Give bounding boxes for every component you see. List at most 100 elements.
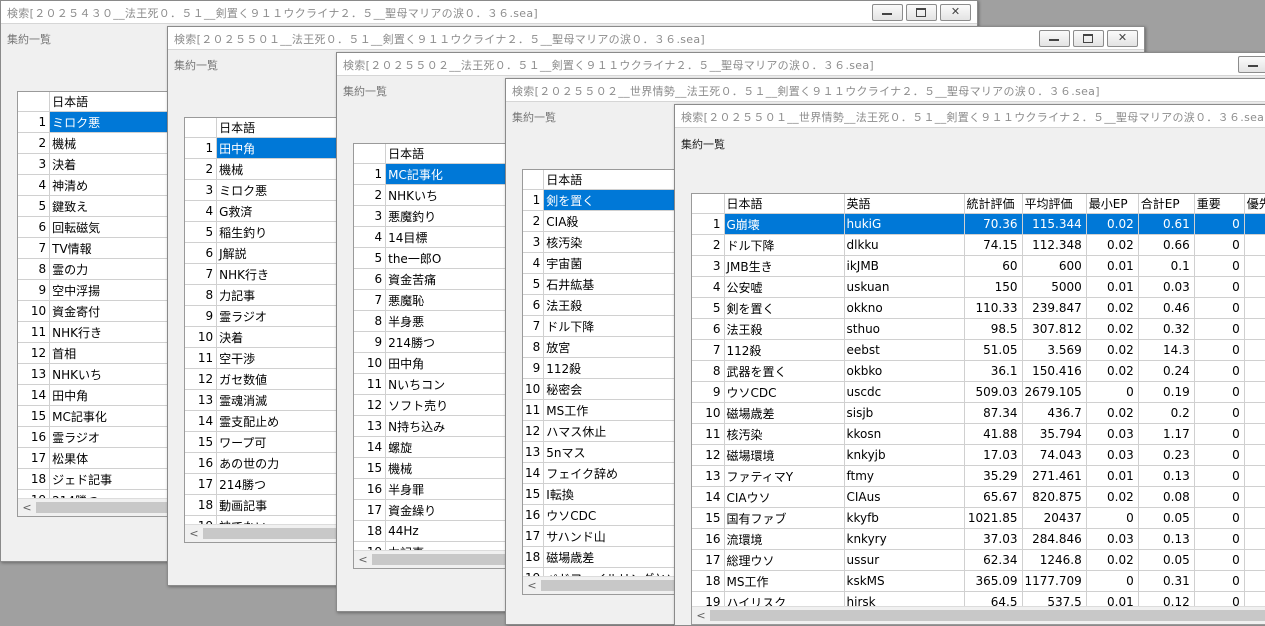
cell-important[interactable]: 0 bbox=[1194, 276, 1245, 298]
cell-total-ep[interactable]: 0.32 bbox=[1138, 318, 1195, 340]
cell-japanese[interactable]: 核汚染 bbox=[543, 231, 683, 253]
scroll-thumb[interactable] bbox=[372, 554, 512, 565]
cell-english[interactable]: hukiG bbox=[844, 213, 965, 235]
cell-min-ep[interactable]: 0.01 bbox=[1086, 465, 1139, 487]
cell-avg-eval[interactable]: 20437 bbox=[1022, 507, 1087, 529]
table-row[interactable]: 11 NHK行き bbox=[18, 321, 178, 343]
cell-japanese[interactable]: 田中角 bbox=[216, 137, 345, 159]
cell-stat-eval[interactable]: 36.1 bbox=[964, 360, 1023, 382]
cell-english[interactable]: eebst bbox=[844, 339, 965, 361]
row-number[interactable]: 2 bbox=[354, 184, 387, 206]
cell-japanese[interactable]: 武器を置く bbox=[724, 360, 845, 382]
cell-total-ep[interactable]: 0.46 bbox=[1138, 297, 1195, 319]
table-row[interactable]: 7 悪魔恥 bbox=[354, 289, 514, 311]
table-row[interactable]: 3 決着 bbox=[18, 153, 178, 175]
cell-japanese[interactable]: 神清め bbox=[49, 174, 178, 196]
row-number[interactable]: 7 bbox=[18, 237, 51, 259]
table-row[interactable]: 15 I転換 bbox=[523, 483, 683, 505]
cell-priority[interactable] bbox=[1244, 423, 1265, 445]
cell-avg-eval[interactable]: 1246.8 bbox=[1022, 549, 1087, 571]
scroll-left-arrow-icon[interactable]: < bbox=[525, 577, 539, 594]
table-row[interactable]: 16 流環境 knkyry 37.03 284.846 0.03 0.13 0 bbox=[692, 528, 1265, 550]
cell-japanese[interactable]: 214勝つ bbox=[216, 473, 345, 495]
cell-stat-eval[interactable]: 37.03 bbox=[964, 528, 1023, 550]
cell-japanese[interactable]: MC記事化 bbox=[49, 405, 178, 427]
cell-priority[interactable] bbox=[1244, 486, 1265, 508]
row-number[interactable]: 14 bbox=[354, 436, 387, 458]
cell-priority[interactable] bbox=[1244, 570, 1265, 592]
cell-important[interactable]: 0 bbox=[1194, 339, 1245, 361]
cell-avg-eval[interactable]: 35.794 bbox=[1022, 423, 1087, 445]
row-number[interactable]: 1 bbox=[185, 137, 218, 159]
row-number[interactable]: 2 bbox=[18, 132, 51, 154]
table-row[interactable]: 1 G崩壊 hukiG 70.36 115.344 0.02 0.61 0 bbox=[692, 213, 1265, 235]
cell-japanese[interactable]: J解説 bbox=[216, 242, 345, 264]
cell-min-ep[interactable]: 0.03 bbox=[1086, 528, 1139, 550]
row-number[interactable]: 10 bbox=[185, 326, 218, 348]
table-row[interactable]: 17 松果体 bbox=[18, 447, 178, 469]
cell-important[interactable]: 0 bbox=[1194, 549, 1245, 571]
table-row[interactable]: 13 5nマス bbox=[523, 441, 683, 463]
cell-stat-eval[interactable]: 51.05 bbox=[964, 339, 1023, 361]
table-row[interactable]: 13 ファティマY ftmy 35.29 271.461 0.01 0.13 0 bbox=[692, 465, 1265, 487]
row-number[interactable]: 12 bbox=[18, 342, 51, 364]
table-row[interactable]: 15 国有ファブ kkyfb 1021.85 20437 0 0.05 0 bbox=[692, 507, 1265, 529]
cell-min-ep[interactable]: 0.02 bbox=[1086, 213, 1139, 235]
cell-japanese[interactable]: 宇宙菌 bbox=[543, 252, 683, 274]
cell-min-ep[interactable]: 0.02 bbox=[1086, 339, 1139, 361]
table-row[interactable]: 16 霊ラジオ bbox=[18, 426, 178, 448]
cell-total-ep[interactable]: 0.19 bbox=[1138, 381, 1195, 403]
table-row[interactable]: 2 機械 bbox=[18, 132, 178, 154]
cell-english[interactable]: kkyfb bbox=[844, 507, 965, 529]
table-row[interactable]: 1 田中角 bbox=[185, 137, 345, 159]
cell-priority[interactable] bbox=[1244, 234, 1265, 256]
cell-stat-eval[interactable]: 110.33 bbox=[964, 297, 1023, 319]
title-bar[interactable]: 検索[２０２５５０１__法王死０．５１__剣置く９１１ウクライナ２．５__聖母マ… bbox=[168, 27, 1144, 50]
table-row[interactable]: 3 JMB生き ikJMB 60 600 0.01 0.1 0 bbox=[692, 255, 1265, 277]
row-number[interactable]: 3 bbox=[185, 179, 218, 201]
table-row[interactable]: 15 MC記事化 bbox=[18, 405, 178, 427]
cell-stat-eval[interactable]: 74.15 bbox=[964, 234, 1023, 256]
cell-japanese[interactable]: 霊魂消滅 bbox=[216, 389, 345, 411]
table-row[interactable]: 14 フェイク辞め bbox=[523, 462, 683, 484]
row-number[interactable]: 11 bbox=[523, 399, 545, 421]
cell-japanese[interactable]: 5nマス bbox=[543, 441, 683, 463]
row-number[interactable]: 7 bbox=[692, 339, 725, 361]
table-row[interactable]: 4 G救済 bbox=[185, 200, 345, 222]
cell-japanese[interactable]: 霊の力 bbox=[49, 258, 178, 280]
cell-min-ep[interactable]: 0 bbox=[1086, 381, 1139, 403]
cell-japanese[interactable]: 磁場環境 bbox=[724, 444, 845, 466]
column-header[interactable]: 英語 bbox=[844, 194, 965, 214]
cell-japanese[interactable]: 悪魔恥 bbox=[385, 289, 514, 311]
cell-min-ep[interactable]: 0.02 bbox=[1086, 234, 1139, 256]
table-row[interactable]: 11 空干渉 bbox=[185, 347, 345, 369]
table-row[interactable]: 4 神清め bbox=[18, 174, 178, 196]
table-row[interactable]: 4 14目標 bbox=[354, 226, 514, 248]
table-row[interactable]: 6 回転磁気 bbox=[18, 216, 178, 238]
cell-japanese[interactable]: 総理ウソ bbox=[724, 549, 845, 571]
row-number[interactable]: 11 bbox=[185, 347, 218, 369]
row-number[interactable]: 5 bbox=[692, 297, 725, 319]
cell-priority[interactable] bbox=[1244, 528, 1265, 550]
table-row[interactable]: 17 総理ウソ ussur 62.34 1246.8 0.02 0.05 0 bbox=[692, 549, 1265, 571]
results-grid[interactable]: 日本語 1 ミロク悪 2 機械 3 決着 4 神清め 5 鍵致え 6 回転磁気 7 TV情報 8 霊の力 9 空中… bbox=[17, 91, 179, 517]
cell-japanese[interactable]: フェイク辞め bbox=[543, 462, 683, 484]
cell-important[interactable]: 0 bbox=[1194, 528, 1245, 550]
row-number[interactable]: 2 bbox=[692, 234, 725, 256]
cell-japanese[interactable]: 首相 bbox=[49, 342, 178, 364]
row-number[interactable]: 11 bbox=[354, 373, 387, 395]
row-number[interactable]: 7 bbox=[523, 315, 545, 337]
table-row[interactable]: 10 決着 bbox=[185, 326, 345, 348]
table-row[interactable]: 17 214勝つ bbox=[185, 473, 345, 495]
table-row[interactable]: 9 空中浮揚 bbox=[18, 279, 178, 301]
table-row[interactable]: 7 TV情報 bbox=[18, 237, 178, 259]
cell-avg-eval[interactable]: 307.812 bbox=[1022, 318, 1087, 340]
cell-japanese[interactable]: CIAウソ bbox=[724, 486, 845, 508]
table-row[interactable]: 10 磁場歳差 sisjb 87.34 436.7 0.02 0.2 0 bbox=[692, 402, 1265, 424]
table-row[interactable]: 6 法王殺 bbox=[523, 294, 683, 316]
row-number[interactable]: 14 bbox=[185, 410, 218, 432]
row-number[interactable]: 17 bbox=[18, 447, 51, 469]
cell-english[interactable]: kkosn bbox=[844, 423, 965, 445]
cell-stat-eval[interactable]: 41.88 bbox=[964, 423, 1023, 445]
cell-japanese[interactable]: 磁場歳差 bbox=[543, 546, 683, 568]
